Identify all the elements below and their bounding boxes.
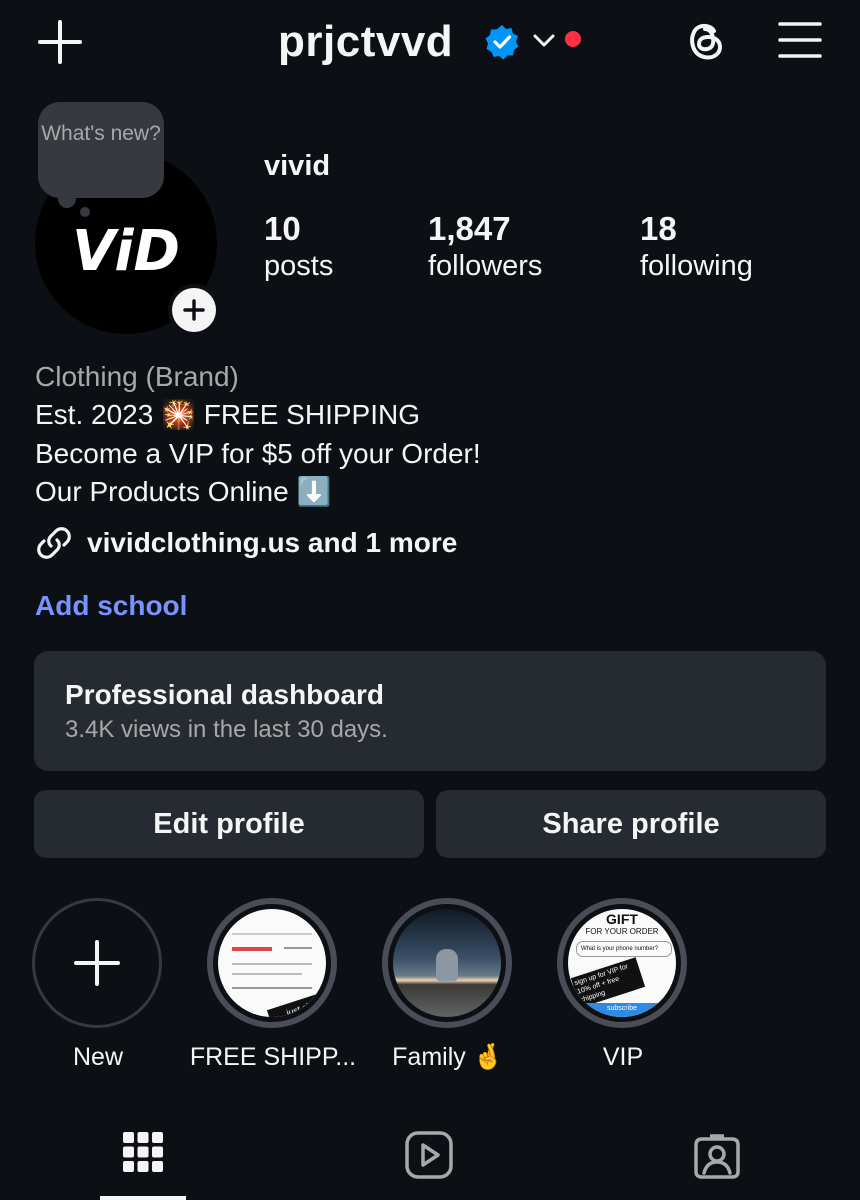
note-bubble-tail-small	[80, 207, 90, 217]
add-school-link[interactable]: Add school	[35, 588, 187, 624]
highlight-label: FREE SHIPP...	[189, 1043, 357, 1071]
following-count: 18	[640, 210, 677, 247]
vip-cover-sticker: sign up for VIP for 10% off + free shipp…	[570, 957, 646, 1008]
notification-dot	[565, 31, 581, 47]
profile-link-text: vividclothing.us and 1 more	[87, 527, 458, 558]
new-post-button[interactable]	[38, 20, 82, 64]
highlight-label: VIP	[602, 1043, 644, 1071]
bio-line-3: Our Products Online ⬇️	[35, 476, 332, 507]
highlight-family[interactable]: Family 🤞	[358, 898, 538, 1078]
bio-line-2: Become a VIP for $5 off your Order!	[35, 438, 481, 469]
plus-icon	[183, 299, 205, 321]
highlight-sticker: just click	[266, 988, 326, 1017]
threads-icon	[690, 23, 723, 60]
dashboard-subtitle: 3.4K views in the last 30 days.	[65, 716, 388, 743]
tab-reels[interactable]	[386, 1120, 472, 1200]
highlight-new[interactable]: New	[8, 898, 188, 1078]
highlight-new-circle	[32, 898, 162, 1028]
dashboard-title: Professional dashboard	[65, 679, 384, 710]
share-profile-button[interactable]: Share profile	[436, 790, 826, 858]
profile-category: Clothing (Brand)	[35, 361, 239, 392]
plus-icon	[74, 940, 120, 986]
professional-dashboard-card[interactable]: Professional dashboard 3.4K views in the…	[34, 651, 826, 771]
highlight-cover	[382, 898, 512, 1028]
highlight-label: Family 🤞	[392, 1043, 504, 1071]
stat-posts[interactable]: 10 posts	[264, 210, 333, 284]
tagged-icon	[694, 1134, 740, 1179]
active-tab-indicator	[100, 1196, 186, 1200]
add-story-button[interactable]	[168, 284, 220, 336]
vip-cover-title: GIFT	[606, 911, 638, 927]
followers-count: 1,847	[428, 210, 511, 247]
hamburger-menu-icon	[778, 22, 822, 58]
following-label: following	[640, 250, 753, 282]
highlight-cover: GIFT FOR YOUR ORDER What is your phone n…	[557, 898, 687, 1028]
highlight-vip[interactable]: GIFT FOR YOUR ORDER What is your phone n…	[533, 898, 713, 1078]
grid-icon	[123, 1132, 163, 1172]
posts-label: posts	[264, 250, 334, 282]
posts-count: 10	[264, 210, 301, 247]
tab-grid[interactable]	[100, 1120, 186, 1200]
chevron-down-icon	[533, 34, 555, 47]
highlight-free-shipping[interactable]: just click FREE SHIPP...	[183, 898, 363, 1078]
link-icon	[37, 527, 71, 559]
plus-icon	[38, 20, 82, 64]
vip-cover-input: What is your phone number?	[576, 941, 672, 957]
highlight-label: New	[72, 1043, 123, 1071]
bio-line-1: Est. 2023 🎇 FREE SHIPPING	[35, 399, 420, 430]
display-name: vivid	[264, 150, 331, 182]
vip-cover-button: subscribe	[568, 1003, 676, 1017]
person-silhouette	[436, 949, 458, 981]
stat-followers[interactable]: 1,847 followers	[428, 210, 542, 284]
menu-button[interactable]	[778, 20, 822, 60]
account-switcher-button[interactable]	[530, 28, 558, 52]
highlight-cover: just click	[207, 898, 337, 1028]
vip-cover-subtitle: FOR YOUR ORDER	[585, 927, 659, 936]
note-bubble[interactable]: What's new?	[38, 102, 164, 198]
svg-text:ViD: ViD	[72, 219, 180, 284]
profile-links[interactable]: vividclothing.us and 1 more	[35, 524, 457, 562]
username-title[interactable]: prjctvvd	[278, 16, 453, 68]
followers-label: followers	[428, 250, 543, 282]
edit-profile-button[interactable]: Edit profile	[34, 790, 424, 858]
tab-tagged[interactable]	[674, 1120, 760, 1200]
stat-following[interactable]: 18 following	[640, 210, 753, 284]
threads-button[interactable]	[683, 18, 729, 64]
reels-icon	[405, 1131, 453, 1179]
verified-badge-icon	[484, 24, 520, 60]
